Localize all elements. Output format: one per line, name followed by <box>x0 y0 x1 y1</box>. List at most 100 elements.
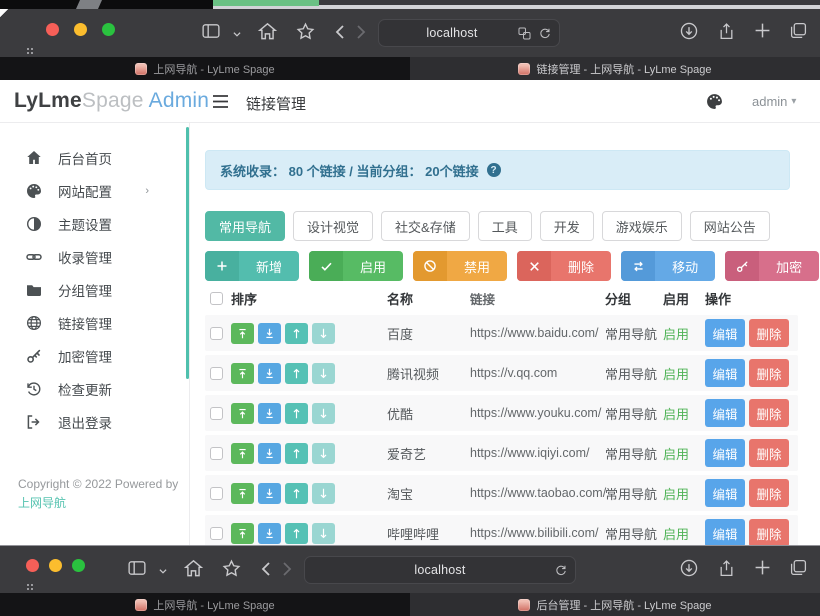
sort-to-top-button[interactable] <box>231 403 254 424</box>
edit-button[interactable]: 编辑 <box>705 319 745 347</box>
home-button[interactable] <box>258 22 277 41</box>
sort-to-top-button[interactable] <box>231 483 254 504</box>
forward-button[interactable] <box>356 24 367 40</box>
delete-row-button[interactable]: 删除 <box>749 439 789 467</box>
sidebar-item-collect[interactable]: 收录管理 <box>0 240 189 273</box>
sort-down-button[interactable] <box>312 403 335 424</box>
back-button[interactable] <box>260 561 271 577</box>
delete-button[interactable]: 删除 <box>517 251 611 281</box>
tab-announcement[interactable]: 网站公告 <box>690 211 770 241</box>
browser-tab-active[interactable]: 后台管理 - 上网导航 - LyLme Spage <box>410 593 820 616</box>
tab-social-storage[interactable]: 社交&存储 <box>381 211 470 241</box>
share-button[interactable] <box>718 22 735 41</box>
sort-up-button[interactable] <box>285 363 308 384</box>
sort-to-top-button[interactable] <box>231 363 254 384</box>
move-button[interactable]: 移动 <box>621 251 715 281</box>
delete-row-button[interactable]: 删除 <box>749 359 789 387</box>
translate-icon[interactable] <box>518 27 531 40</box>
row-checkbox[interactable] <box>210 407 223 420</box>
downloads-button[interactable] <box>680 22 698 40</box>
sidebar-item-groups[interactable]: 分组管理 <box>0 273 189 306</box>
tab-dev[interactable]: 开发 <box>540 211 594 241</box>
disable-button[interactable]: 禁用 <box>413 251 507 281</box>
sidebar-toggle-button[interactable] <box>126 559 148 577</box>
back-button[interactable] <box>334 24 345 40</box>
menu-toggle-button[interactable] <box>212 94 229 109</box>
favorites-button[interactable] <box>296 22 315 41</box>
tab-design[interactable]: 设计视觉 <box>293 211 373 241</box>
reload-icon[interactable] <box>539 27 551 40</box>
encrypt-button[interactable]: 加密 <box>725 251 819 281</box>
browser-tab[interactable]: 上网导航 - LyLme Spage <box>0 593 410 616</box>
edit-button[interactable]: 编辑 <box>705 399 745 427</box>
home-button[interactable] <box>184 559 203 578</box>
share-button[interactable] <box>718 559 735 578</box>
reload-icon[interactable] <box>555 564 567 577</box>
sort-down-button[interactable] <box>312 443 335 464</box>
theme-palette-button[interactable] <box>706 93 723 110</box>
favorites-grid-icon[interactable] <box>26 583 35 592</box>
edit-button[interactable]: 编辑 <box>705 359 745 387</box>
row-checkbox[interactable] <box>210 527 223 540</box>
sort-up-button[interactable] <box>285 443 308 464</box>
chevron-down-icon[interactable] <box>232 30 242 38</box>
sort-to-bottom-button[interactable] <box>258 403 281 424</box>
new-tab-button[interactable] <box>754 559 771 576</box>
user-menu-button[interactable]: admin ▾ <box>752 94 796 109</box>
sidebar-item-logout[interactable]: 退出登录 <box>0 405 189 438</box>
sidebar-item-links[interactable]: 链接管理 <box>0 306 189 339</box>
delete-row-button[interactable]: 删除 <box>749 519 789 547</box>
copyright-link[interactable]: 上网导航 <box>18 496 66 510</box>
sort-to-bottom-button[interactable] <box>258 523 281 544</box>
delete-row-button[interactable]: 删除 <box>749 399 789 427</box>
tab-games[interactable]: 游戏娱乐 <box>602 211 682 241</box>
new-tab-button[interactable] <box>754 22 771 39</box>
minimize-window-button[interactable] <box>49 559 62 572</box>
edit-button[interactable]: 编辑 <box>705 519 745 547</box>
enable-button[interactable]: 启用 <box>309 251 403 281</box>
sidebar-item-check-update[interactable]: 检查更新 <box>0 372 189 405</box>
row-checkbox[interactable] <box>210 447 223 460</box>
delete-row-button[interactable]: 删除 <box>749 479 789 507</box>
zoom-window-button[interactable] <box>72 559 85 572</box>
minimize-window-button[interactable] <box>74 23 87 36</box>
sort-down-button[interactable] <box>312 323 335 344</box>
edit-button[interactable]: 编辑 <box>705 439 745 467</box>
sort-to-bottom-button[interactable] <box>258 323 281 344</box>
tab-overview-button[interactable] <box>790 559 807 576</box>
sort-to-top-button[interactable] <box>231 323 254 344</box>
tab-common-nav[interactable]: 常用导航 <box>205 211 285 241</box>
close-window-button[interactable] <box>46 23 59 36</box>
edit-button[interactable]: 编辑 <box>705 479 745 507</box>
sidebar-item-encrypt[interactable]: 加密管理 <box>0 339 189 372</box>
chevron-down-icon[interactable] <box>158 567 168 575</box>
favorites-grid-icon[interactable] <box>26 47 35 56</box>
sort-to-top-button[interactable] <box>231 443 254 464</box>
sort-up-button[interactable] <box>285 483 308 504</box>
address-bar[interactable]: localhost <box>378 19 560 47</box>
delete-row-button[interactable]: 删除 <box>749 319 789 347</box>
tab-tools[interactable]: 工具 <box>478 211 532 241</box>
browser-tab[interactable]: 上网导航 - LyLme Spage <box>0 57 410 80</box>
browser-tab-active[interactable]: 链接管理 - 上网导航 - LyLme Spage <box>410 57 820 80</box>
sort-up-button[interactable] <box>285 523 308 544</box>
question-circle-icon[interactable]: ? <box>487 163 501 177</box>
sort-to-bottom-button[interactable] <box>258 363 281 384</box>
sort-down-button[interactable] <box>312 483 335 504</box>
row-checkbox[interactable] <box>210 327 223 340</box>
sidebar-item-site-config[interactable]: 网站配置 › <box>0 174 189 207</box>
close-window-button[interactable] <box>26 559 39 572</box>
downloads-button[interactable] <box>680 559 698 577</box>
sort-to-top-button[interactable] <box>231 523 254 544</box>
select-all-checkbox[interactable] <box>210 292 223 305</box>
forward-button[interactable] <box>282 561 293 577</box>
sidebar-toggle-button[interactable] <box>200 22 222 40</box>
sort-down-button[interactable] <box>312 523 335 544</box>
sort-up-button[interactable] <box>285 323 308 344</box>
sidebar-item-theme[interactable]: 主题设置 <box>0 207 189 240</box>
sort-to-bottom-button[interactable] <box>258 443 281 464</box>
sort-to-bottom-button[interactable] <box>258 483 281 504</box>
zoom-window-button[interactable] <box>102 23 115 36</box>
address-bar[interactable]: localhost <box>304 556 576 584</box>
sort-down-button[interactable] <box>312 363 335 384</box>
